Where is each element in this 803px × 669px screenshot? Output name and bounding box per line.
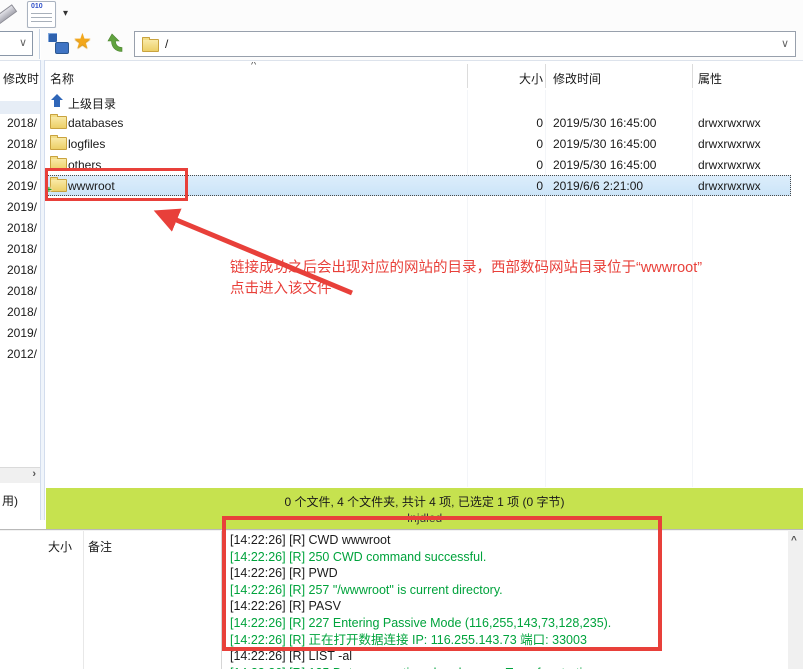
column-header-size[interactable]: 大小: [426, 70, 543, 87]
folder-icon: [50, 137, 67, 150]
toolbar-top: 010 ▾: [0, 0, 803, 29]
remote-path-bar[interactable]: / ∨: [134, 31, 796, 57]
local-row[interactable]: 2019/: [0, 197, 37, 218]
annotation-line1: 链接成功之后会出现对应的网站的目录，西部数码网站目录位于“wwwroot”: [230, 258, 803, 279]
file-name: 上级目录: [68, 95, 116, 112]
file-attrs: drwxrwxrwx: [698, 116, 761, 130]
local-row[interactable]: 2018/: [0, 281, 37, 302]
toolbar-separator: [39, 29, 40, 59]
parent-dir-up-icon: [50, 94, 64, 111]
file-size: 0: [426, 158, 543, 172]
chevron-down-icon[interactable]: ∨: [19, 36, 27, 49]
file-size: 0: [426, 179, 543, 193]
file-attrs: drwxrwxrwx: [698, 158, 761, 172]
annotation-line2: 点击进入该文件: [230, 279, 803, 300]
column-header-attrs[interactable]: 属性: [698, 70, 722, 87]
toolbar-navigation: ∨ ★ / ∨: [0, 28, 803, 61]
go-up-refresh-icon[interactable]: [104, 32, 126, 57]
local-column-modified[interactable]: 修改时: [3, 70, 40, 87]
sort-ascending-icon: ^: [251, 62, 256, 71]
annotation-text: 链接成功之后会出现对应的网站的目录，西部数码网站目录位于“wwwroot” 点击…: [230, 258, 803, 300]
file-size: 0: [426, 137, 543, 151]
file-name: databases: [68, 116, 123, 130]
remote-status-summary: 0 个文件, 4 个文件夹, 共计 4 项, 已选定 1 项 (0 字节): [284, 493, 564, 510]
toolbar-dropdown-caret-icon[interactable]: ▾: [63, 8, 68, 19]
scroll-up-icon[interactable]: ^: [791, 535, 797, 546]
queue-column-size[interactable]: 大小: [10, 538, 72, 555]
file-row[interactable]: logfiles 0 2019/5/30 16:45:00 drwxrwxrwx: [46, 133, 803, 154]
folder-icon: [142, 39, 159, 52]
local-row[interactable]: 2012/: [0, 344, 37, 365]
binary-icon-label: 010: [31, 3, 43, 10]
file-modified: 2019/5/30 16:45:00: [553, 137, 656, 151]
remote-path-value[interactable]: /: [165, 37, 168, 51]
file-row[interactable]: databases 0 2019/5/30 16:45:00 drwxrwxrw…: [46, 112, 803, 133]
file-attrs: drwxrwxrwx: [698, 137, 761, 151]
log-line: [14:22:26] [R] 125 Data connection alrea…: [230, 665, 788, 669]
local-row[interactable]: 2018/: [0, 260, 37, 281]
favorites-star-icon[interactable]: ★: [73, 29, 92, 54]
column-header-name[interactable]: 名称: [50, 70, 74, 87]
address-combobox[interactable]: ∨: [0, 31, 33, 56]
scroll-right-icon[interactable]: ›: [32, 468, 36, 480]
local-row[interactable]: 2018/: [0, 239, 37, 260]
folder-icon: [50, 116, 67, 129]
local-horizontal-scrollbar[interactable]: ›: [0, 467, 40, 483]
file-modified: 2019/6/6 2:21:00: [553, 179, 643, 193]
queue-column-divider: [83, 531, 84, 669]
local-status-text: 用): [2, 492, 18, 509]
pane-splitter[interactable]: [40, 60, 45, 520]
local-row[interactable]: 2018/: [0, 218, 37, 239]
queue-column-note[interactable]: 备注: [88, 538, 112, 555]
file-size: 0: [426, 116, 543, 130]
local-row[interactable]: 2018/: [0, 302, 37, 323]
file-modified: 2019/5/30 16:45:00: [553, 158, 656, 172]
queue-pane: 大小 备注: [0, 531, 221, 669]
local-row[interactable]: 2019/: [0, 176, 37, 197]
binary-view-icon[interactable]: 010: [27, 1, 56, 28]
log-scrollbar[interactable]: ^: [788, 531, 803, 669]
chevron-down-icon[interactable]: ∨: [781, 37, 789, 50]
local-row[interactable]: 2018/: [0, 134, 37, 155]
file-row-parent-dir[interactable]: 上级目录: [46, 91, 803, 112]
local-row[interactable]: 2019/: [0, 323, 37, 344]
annotation-box-wwwroot: [45, 168, 188, 201]
local-pane: 修改时 2018/ 2018/ 2018/ 2019/ 2019/ 2018/ …: [0, 62, 40, 487]
local-row[interactable]: 2018/: [0, 155, 37, 176]
edit-icon[interactable]: [0, 1, 21, 27]
file-name: logfiles: [68, 137, 105, 151]
column-header-modified[interactable]: 修改时间: [553, 70, 601, 87]
local-row[interactable]: 2018/: [0, 113, 37, 134]
folder-compare-icon[interactable]: [48, 33, 69, 54]
file-attrs: drwxrwxrwx: [698, 179, 761, 193]
file-modified: 2019/5/30 16:45:00: [553, 116, 656, 130]
annotation-box-log: [222, 516, 662, 651]
